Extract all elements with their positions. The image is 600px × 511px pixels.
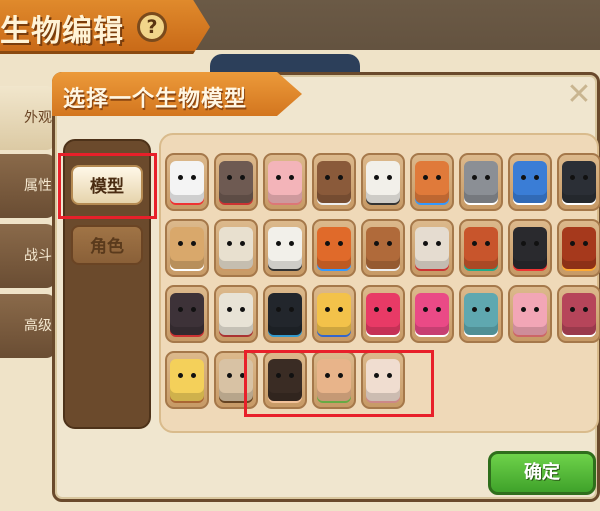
- model-tile-chicken[interactable]: [165, 153, 209, 211]
- yellow-chick-icon: [170, 359, 204, 401]
- select-model-dialog: 选择一个生物模型 ✕ 模型 角色: [52, 72, 600, 502]
- pink-blob-icon: [415, 293, 449, 335]
- tab-attributes[interactable]: 属性: [0, 154, 56, 218]
- model-tile-raptor[interactable]: [410, 153, 454, 211]
- model-tile-tiki-mask[interactable]: [459, 219, 503, 277]
- model-tile-spider-eye[interactable]: [508, 219, 552, 277]
- highlight-box-models: [244, 350, 434, 417]
- model-tile-hooded-ninja[interactable]: [263, 285, 307, 343]
- spider-eye-icon: [513, 227, 547, 269]
- tab-combat[interactable]: 战斗: [0, 224, 56, 288]
- model-tile-wolf-red-eye[interactable]: [214, 153, 258, 211]
- model-tile-polar-bear-2[interactable]: [263, 219, 307, 277]
- model-tile-deer[interactable]: [312, 153, 356, 211]
- model-tile-goose[interactable]: [214, 219, 258, 277]
- pink-pig-block-icon: [513, 293, 547, 335]
- tiki-mask-icon: [464, 227, 498, 269]
- background-title: 生物编辑: [0, 14, 124, 49]
- pig-icon: [268, 161, 302, 203]
- raptor-icon: [415, 161, 449, 203]
- model-tile-blue-wolf[interactable]: [508, 153, 552, 211]
- model-tile-ostrich[interactable]: [165, 219, 209, 277]
- category-character-button[interactable]: 角色: [71, 225, 143, 265]
- deer-icon: [317, 161, 351, 203]
- model-tile-lava-golem[interactable]: [557, 219, 600, 277]
- polar-bear-icon: [366, 161, 400, 203]
- chicken-icon: [170, 161, 204, 203]
- mammoth-icon: [366, 227, 400, 269]
- boar-red-icon: [562, 293, 596, 335]
- close-icon[interactable]: ✕: [565, 80, 593, 110]
- background-preview-sky: [210, 54, 360, 74]
- model-tile-polar-bear[interactable]: [361, 153, 405, 211]
- highlight-box-category: [58, 153, 157, 219]
- help-icon[interactable]: ?: [137, 12, 167, 42]
- model-tile-teal-wolf[interactable]: [459, 285, 503, 343]
- lava-golem-icon: [562, 227, 596, 269]
- model-tile-dragon-orange[interactable]: [312, 219, 356, 277]
- model-tile-pink-pig-block[interactable]: [508, 285, 552, 343]
- skull-mask-icon: [415, 227, 449, 269]
- model-tile-boar-red[interactable]: [557, 285, 600, 343]
- goose-icon: [219, 227, 253, 269]
- husky-icon: [464, 161, 498, 203]
- wolf-red-eye-icon: [219, 161, 253, 203]
- skeleton-icon: [219, 293, 253, 335]
- polar-bear-2-icon: [268, 227, 302, 269]
- confirm-button[interactable]: 确定: [488, 451, 596, 495]
- dialog-title: 选择一个生物模型: [63, 87, 248, 112]
- model-tile-pink-blob[interactable]: [410, 285, 454, 343]
- model-tile-husky[interactable]: [459, 153, 503, 211]
- teal-wolf-icon: [464, 293, 498, 335]
- penguin-icon: [562, 161, 596, 203]
- model-tile-mammoth[interactable]: [361, 219, 405, 277]
- dark-box-icon: [170, 293, 204, 335]
- ostrich-icon: [170, 227, 204, 269]
- model-tile-red-blob[interactable]: [361, 285, 405, 343]
- model-tile-yellow-chick[interactable]: [165, 351, 209, 409]
- hooded-ninja-icon: [268, 293, 302, 335]
- tab-appearance[interactable]: 外观: [0, 86, 56, 150]
- model-tile-penguin[interactable]: [557, 153, 600, 211]
- model-tile-skeleton[interactable]: [214, 285, 258, 343]
- model-tile-straw-hat-boy[interactable]: [312, 285, 356, 343]
- straw-hat-boy-icon: [317, 293, 351, 335]
- model-tile-pig[interactable]: [263, 153, 307, 211]
- blue-wolf-icon: [513, 161, 547, 203]
- red-blob-icon: [366, 293, 400, 335]
- dragon-orange-icon: [317, 227, 351, 269]
- model-tile-skull-mask[interactable]: [410, 219, 454, 277]
- model-tile-dark-box[interactable]: [165, 285, 209, 343]
- tab-advanced[interactable]: 高级: [0, 294, 56, 358]
